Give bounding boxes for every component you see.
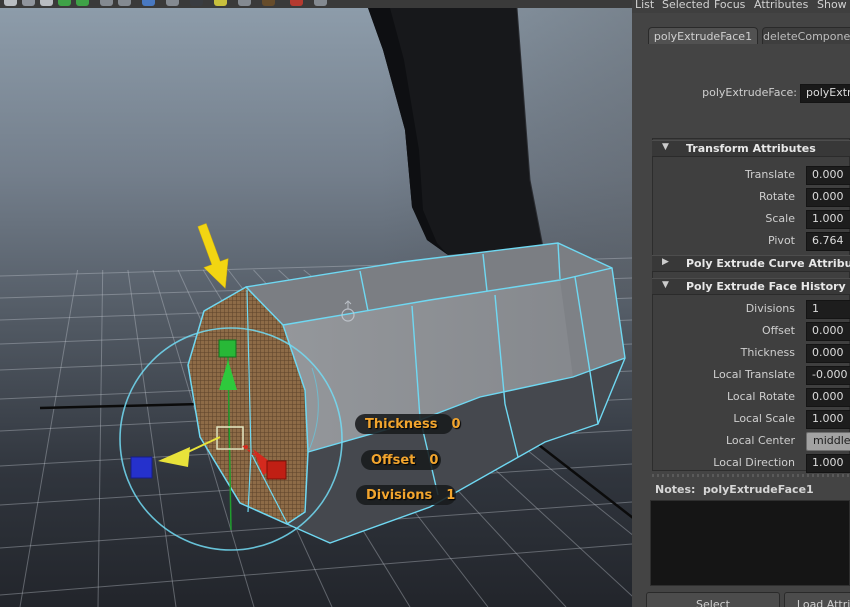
toolbar-icon[interactable] [142, 0, 155, 6]
select-button[interactable]: Select [646, 592, 780, 607]
toolbar-icon[interactable] [118, 0, 131, 6]
attr-row-local-rotate: Local Rotate 0.000 [632, 388, 850, 407]
notes-line: Notes: polyExtrudeFace1 [655, 483, 814, 496]
attr-row-divisions: Divisions 1 [632, 300, 850, 319]
menu-focus[interactable]: Focus [714, 0, 745, 11]
toolbar-icon[interactable] [4, 0, 17, 6]
hud-divisions[interactable]: Divisions 1 [356, 485, 456, 505]
attr-label: Local Center [725, 434, 795, 447]
attr-row-offset: Offset 0.000 [632, 322, 850, 341]
hud-offset-label: Offset [371, 452, 416, 468]
attr-row-rotate: Rotate 0.000 [632, 188, 850, 207]
attr-input[interactable]: 1.000 [806, 410, 850, 429]
attr-label: Rotate [758, 190, 795, 203]
tab-polyextrudeface1[interactable]: polyExtrudeFace1 [648, 27, 758, 44]
toolbar-icon[interactable] [238, 0, 251, 6]
toolbar-icon[interactable] [214, 0, 227, 6]
attr-row-thickness: Thickness 0.000 [632, 344, 850, 363]
attr-row-scale: Scale 1.000 [632, 210, 850, 229]
notes-textarea[interactable] [650, 500, 850, 586]
section-header-transform-attributes[interactable]: Transform Attributes [652, 140, 850, 157]
attr-input[interactable]: 0.000 [806, 166, 850, 185]
attr-row-local-translate: Local Translate -0.000 [632, 366, 850, 385]
hud-divisions-value[interactable]: 1 [446, 488, 455, 503]
attr-label: Local Scale [733, 412, 795, 425]
attr-row-local-center: Local Center middle [632, 432, 850, 451]
toolbar-icon[interactable] [40, 0, 53, 6]
attr-label: Local Direction [713, 456, 795, 469]
notes-label: Notes: [655, 483, 696, 496]
attr-input[interactable]: 1.000 [806, 210, 850, 229]
snap-icon[interactable] [58, 0, 71, 6]
attr-label: Thickness [740, 346, 795, 359]
x-axis-cube[interactable] [266, 460, 287, 480]
attr-input[interactable]: 0.000 [806, 344, 850, 363]
toolbar-icon[interactable] [166, 0, 179, 6]
section-header-poly-extrude-curve[interactable]: Poly Extrude Curve Attributes [652, 255, 850, 272]
toolbar-icon[interactable] [262, 0, 275, 6]
load-attributes-button[interactable]: Load Attributes [784, 592, 850, 607]
hud-divisions-label: Divisions [366, 487, 433, 503]
toolbar-icon[interactable] [100, 0, 113, 6]
viewport-3d[interactable] [0, 0, 632, 607]
attr-label: Local Rotate [726, 390, 795, 403]
toolbar-icons-strip[interactable] [0, 0, 632, 8]
attr-label: Local Translate [713, 368, 795, 381]
attr-row-local-scale: Local Scale 1.000 [632, 410, 850, 429]
attr-input[interactable]: 1 [806, 300, 850, 319]
attribute-editor-menubar: List Selected Focus Attributes Show [632, 0, 850, 13]
collapse-arrow-icon [662, 142, 669, 152]
x-axis-dot [244, 445, 248, 449]
attr-input[interactable]: -0.000 [806, 366, 850, 385]
attr-input[interactable]: 0.000 [806, 388, 850, 407]
z-axis-cube[interactable] [130, 456, 153, 479]
expand-arrow-icon [662, 257, 669, 267]
maya-window: Thickness 0 Offset 0 Divisions 1 List Se… [0, 0, 850, 607]
attr-label: Scale [765, 212, 795, 225]
toolbar-icon[interactable] [22, 0, 35, 6]
node-name-input[interactable]: polyExtrudeFace1 [800, 84, 850, 103]
menu-attributes[interactable]: Attributes [754, 0, 808, 11]
attr-row-pivot: Pivot 6.764 [632, 232, 850, 251]
attr-label: Offset [761, 324, 795, 337]
attr-label: Pivot [767, 234, 795, 247]
toolbar-icon[interactable] [314, 0, 327, 6]
menu-show[interactable]: Show [817, 0, 847, 11]
node-field-label: polyExtrudeFace: [702, 86, 797, 99]
menu-selected[interactable]: Selected [662, 0, 710, 11]
hud-offset-value[interactable]: 0 [429, 453, 438, 468]
panel-resize-dots[interactable] [652, 474, 850, 477]
attr-input[interactable]: 1.000 [806, 454, 850, 473]
hud-thickness-label: Thickness [365, 416, 438, 432]
hud-thickness[interactable]: Thickness 0 [355, 414, 461, 434]
y-axis-cube[interactable] [218, 339, 237, 358]
hud-offset[interactable]: Offset 0 [361, 450, 441, 470]
attr-label: Translate [745, 168, 795, 181]
toolbar-icon[interactable] [190, 0, 203, 6]
tab-deletecomponent[interactable]: deleteComponent [762, 27, 850, 44]
attr-input[interactable]: 6.764 [806, 232, 850, 251]
notes-value: polyExtrudeFace1 [702, 483, 814, 496]
menu-list[interactable]: List [635, 0, 654, 11]
attribute-editor-panel: List Selected Focus Attributes Show poly… [632, 0, 850, 607]
attr-row-translate: Translate 0.000 [632, 166, 850, 185]
attr-input[interactable]: 0.000 [806, 188, 850, 207]
hud-thickness-value[interactable]: 0 [451, 417, 460, 432]
attr-row-local-direction: Local Direction 1.000 [632, 454, 850, 473]
local-center-dropdown[interactable]: middle [806, 432, 850, 451]
snap-icon[interactable] [76, 0, 89, 6]
attr-label: Divisions [745, 302, 795, 315]
collapse-arrow-icon [662, 280, 669, 290]
attr-input[interactable]: 0.000 [806, 322, 850, 341]
toolbar-icon[interactable] [290, 0, 303, 6]
section-header-poly-extrude-face-history[interactable]: Poly Extrude Face History [652, 278, 850, 295]
